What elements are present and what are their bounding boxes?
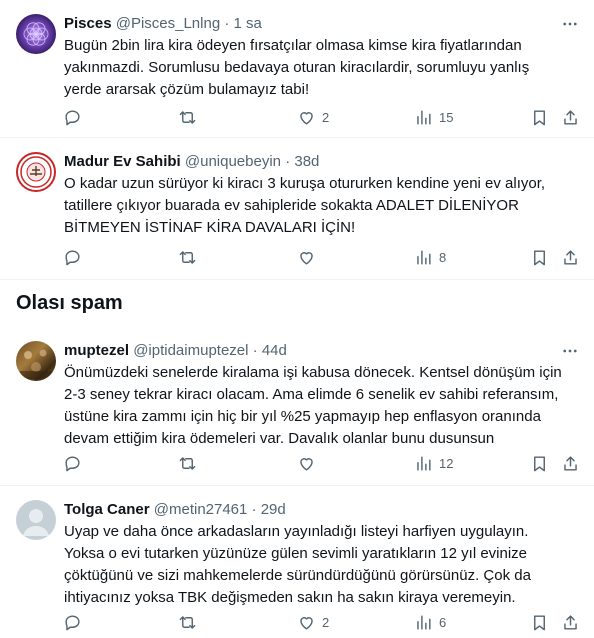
- like-button[interactable]: [297, 242, 322, 272]
- view-count: 12: [439, 455, 454, 471]
- retweet-button[interactable]: [178, 102, 203, 132]
- separator: ·: [224, 15, 230, 32]
- views-button[interactable]: 15: [414, 102, 453, 132]
- separator: ·: [251, 501, 257, 518]
- reply-icon: [65, 249, 80, 265]
- retweet-button[interactable]: [178, 242, 203, 272]
- retweet-icon: [179, 250, 196, 264]
- views-icon: [417, 249, 431, 265]
- retweet-icon: [179, 615, 196, 629]
- retweet-button[interactable]: [178, 607, 203, 637]
- spam-section-title: Olası spam: [16, 292, 123, 314]
- like-count: 2: [322, 614, 330, 630]
- tweet-text: O kadar uzun sürüyor ki kiracı 3 kuruşa …: [64, 175, 546, 236]
- timestamp[interactable]: 38d: [294, 153, 319, 170]
- avatar[interactable]: [16, 14, 56, 54]
- display-name[interactable]: Pisces: [64, 15, 112, 32]
- tweet-muptezel[interactable]: muptezel @iptidaimuptezel · 44d Önümüzde…: [0, 327, 594, 486]
- share-button[interactable]: [561, 607, 580, 637]
- painting-icon: [20, 349, 52, 379]
- seal-icon: [20, 156, 52, 188]
- handle[interactable]: @metin27461: [154, 501, 248, 518]
- reply-icon: [65, 614, 80, 630]
- more-icon: [563, 349, 577, 353]
- bookmark-button[interactable]: [530, 102, 549, 132]
- handle[interactable]: @Pisces_Lnlng: [116, 15, 220, 32]
- retweet-button[interactable]: [178, 448, 203, 478]
- reply-icon: [65, 455, 80, 471]
- display-name[interactable]: Madur Ev Sahibi: [64, 153, 181, 170]
- tweet-header: Tolga Caner @metin27461 · 29d: [64, 500, 286, 520]
- tweet-actions: 2 15: [56, 102, 586, 132]
- tweet-text: Uyap ve daha önce arkadasların yayınladı…: [64, 523, 531, 606]
- reply-button[interactable]: [63, 102, 88, 132]
- share-icon: [564, 249, 577, 265]
- bookmark-icon: [534, 455, 545, 471]
- share-icon: [564, 455, 577, 471]
- like-icon: [300, 251, 313, 265]
- flower-of-life-icon: [23, 22, 49, 46]
- more-button[interactable]: [558, 12, 582, 36]
- display-name[interactable]: muptezel: [64, 342, 129, 359]
- tweet-tolga-caner[interactable]: Tolga Caner @metin27461 · 29d Uyap ve da…: [0, 486, 594, 638]
- separator: ·: [252, 342, 258, 359]
- like-count: 2: [322, 109, 330, 125]
- tweet-actions: 8: [56, 242, 586, 272]
- separator: ·: [285, 153, 291, 170]
- bookmark-button[interactable]: [530, 448, 549, 478]
- like-button[interactable]: [297, 448, 322, 478]
- like-icon: [300, 111, 313, 125]
- tweet-actions: 12: [56, 448, 586, 478]
- tweet-madur-ev-sahibi[interactable]: Madur Ev Sahibi @uniquebeyin · 38d O kad…: [0, 138, 594, 280]
- share-button[interactable]: [561, 448, 580, 478]
- tweet-text: Önümüzdeki senelerde kiralama işi kabusa…: [64, 364, 562, 447]
- views-icon: [417, 614, 431, 630]
- bookmark-icon: [534, 249, 545, 265]
- views-icon: [417, 455, 431, 471]
- views-button[interactable]: 6: [414, 607, 446, 637]
- avatar[interactable]: [16, 341, 56, 381]
- handle[interactable]: @uniquebeyin: [185, 153, 281, 170]
- reply-button[interactable]: [63, 448, 88, 478]
- share-icon: [564, 109, 577, 125]
- timestamp[interactable]: 1 sa: [234, 15, 262, 32]
- bookmark-icon: [534, 614, 545, 630]
- handle[interactable]: @iptidaimuptezel: [133, 342, 248, 359]
- view-count: 6: [439, 614, 447, 630]
- reply-icon: [65, 109, 80, 125]
- share-icon: [564, 614, 577, 630]
- more-button[interactable]: [558, 339, 582, 363]
- tweet-actions: 2 6: [56, 607, 586, 637]
- retweet-icon: [179, 110, 196, 124]
- tweet-header: Pisces @Pisces_Lnlng · 1 sa: [64, 14, 262, 34]
- like-button[interactable]: 2: [297, 607, 329, 637]
- views-button[interactable]: 8: [414, 242, 446, 272]
- reply-button[interactable]: [63, 607, 88, 637]
- views-button[interactable]: 12: [414, 448, 453, 478]
- view-count: 15: [439, 109, 454, 125]
- tweet-header: Madur Ev Sahibi @uniquebeyin · 38d: [64, 152, 319, 172]
- avatar[interactable]: [16, 500, 56, 540]
- timestamp[interactable]: 44d: [262, 342, 287, 359]
- like-button[interactable]: 2: [297, 102, 329, 132]
- like-icon: [300, 616, 313, 630]
- bookmark-button[interactable]: [530, 242, 549, 272]
- more-icon: [563, 22, 577, 26]
- tweet-pisces[interactable]: Pisces @Pisces_Lnlng · 1 sa Bugün 2bin l…: [0, 0, 594, 138]
- bookmark-icon: [534, 109, 545, 125]
- view-count: 8: [439, 249, 447, 265]
- tweet-text: Bugün 2bin lira kira ödeyen fırsatçılar …: [64, 37, 530, 98]
- tweet-header: muptezel @iptidaimuptezel · 44d: [64, 341, 287, 361]
- like-icon: [300, 457, 313, 471]
- avatar[interactable]: [16, 152, 56, 192]
- bookmark-button[interactable]: [530, 607, 549, 637]
- default-avatar-icon: [23, 509, 49, 536]
- timestamp[interactable]: 29d: [261, 501, 286, 518]
- retweet-icon: [179, 456, 196, 470]
- views-icon: [417, 109, 431, 125]
- display-name[interactable]: Tolga Caner: [64, 501, 150, 518]
- share-button[interactable]: [561, 242, 580, 272]
- reply-button[interactable]: [63, 242, 88, 272]
- share-button[interactable]: [561, 102, 580, 132]
